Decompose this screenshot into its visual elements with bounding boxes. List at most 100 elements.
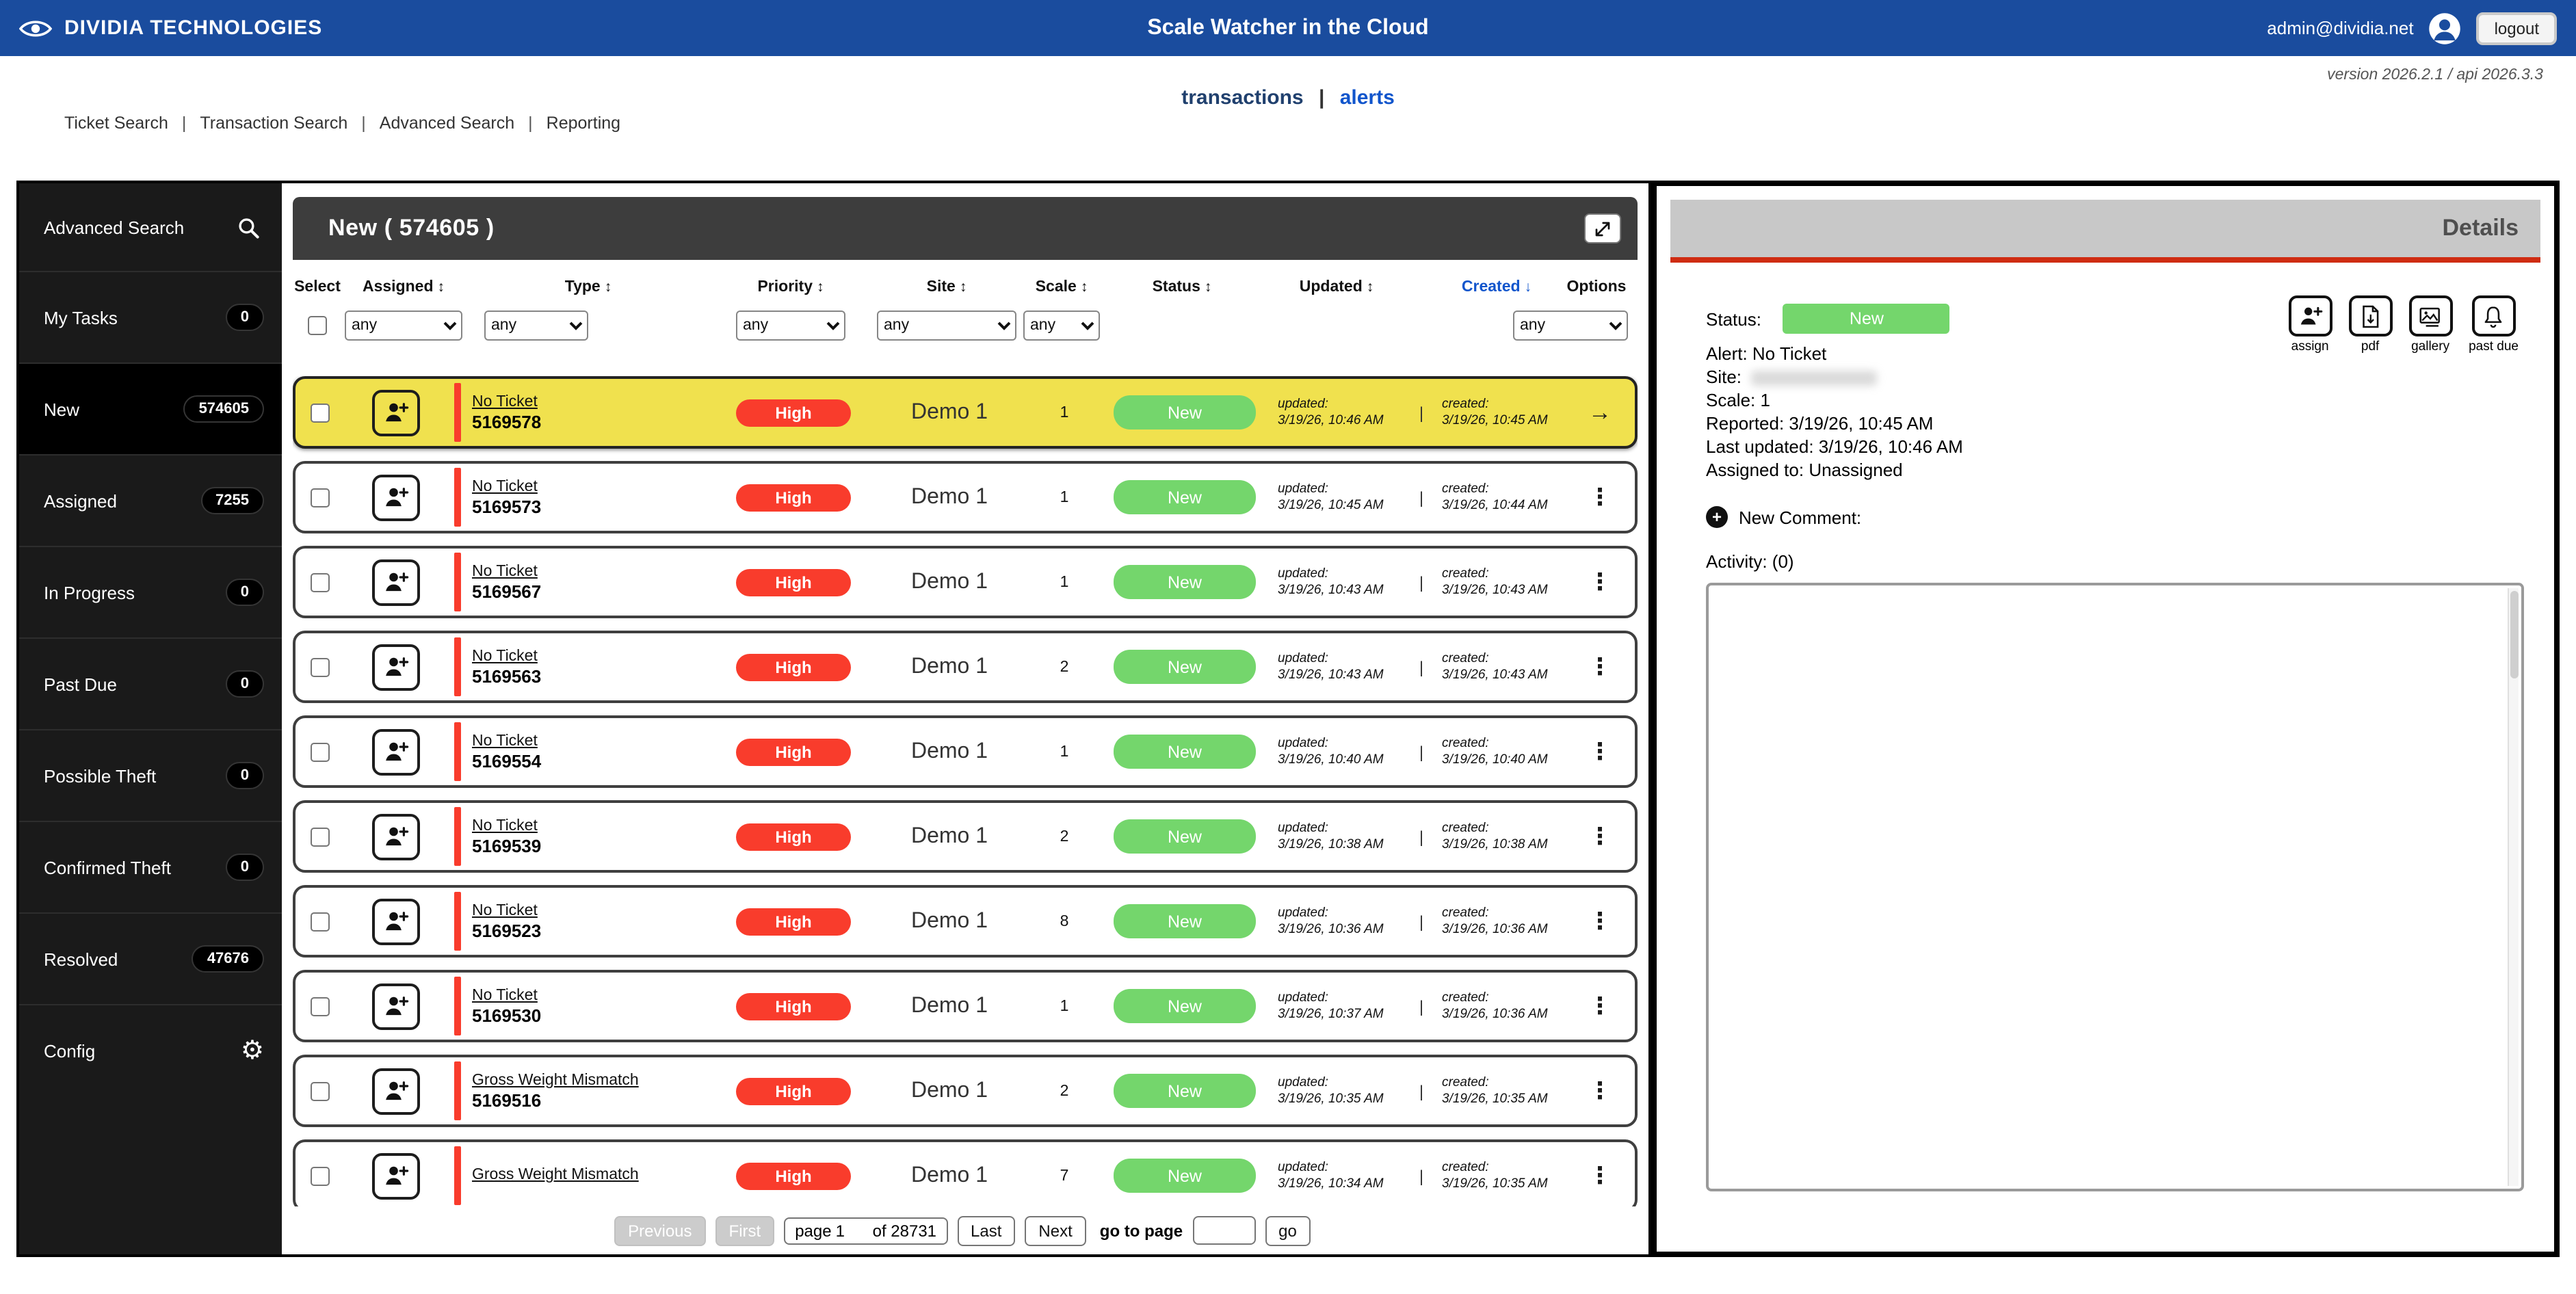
activity-scrollbar-thumb[interactable]	[2510, 591, 2518, 678]
alert-type-link[interactable]: Gross Weight Mismatch	[472, 1072, 639, 1088]
row-options-button[interactable]: ⋮	[1568, 803, 1631, 870]
first-page-button[interactable]: First	[715, 1215, 775, 1245]
page-number-input[interactable]	[835, 1221, 869, 1240]
details-past-due-button[interactable]: past due	[2469, 295, 2519, 354]
column-scale[interactable]: Scale ↕	[1023, 279, 1100, 295]
alert-type-link[interactable]: No Ticket	[472, 902, 538, 919]
nav-link[interactable]: Advanced Search	[347, 114, 514, 133]
row-options-button[interactable]: ⋮	[1568, 549, 1631, 616]
user-avatar-icon[interactable]	[2428, 10, 2463, 46]
alert-row[interactable]: No Ticket 5169567 High Demo 1 1 New upda…	[293, 546, 1638, 618]
last-page-button[interactable]: Last	[957, 1215, 1016, 1245]
assign-button[interactable]	[371, 898, 419, 945]
activity-box[interactable]	[1706, 583, 2524, 1191]
alert-row[interactable]: Gross Weight Mismatch 5169516 High Demo …	[293, 1055, 1638, 1127]
filter-priority-select[interactable]: any	[736, 311, 845, 341]
assign-button[interactable]	[371, 559, 419, 605]
alert-type-link[interactable]: No Ticket	[472, 393, 538, 410]
alert-row[interactable]: No Ticket 5169554 High Demo 1 1 New upda…	[293, 715, 1638, 788]
alert-row[interactable]: No Ticket 5169530 High Demo 1 1 New upda…	[293, 970, 1638, 1042]
assign-button[interactable]	[371, 1068, 419, 1114]
tab-transactions[interactable]: transactions	[1181, 86, 1303, 109]
goto-page-input[interactable]	[1192, 1216, 1256, 1245]
alert-row[interactable]: No Ticket 5169573 High Demo 1 1 New upda…	[293, 461, 1638, 533]
sidebar-advanced-search[interactable]: Advanced Search	[19, 183, 282, 271]
row-checkbox[interactable]	[311, 657, 330, 676]
next-page-button[interactable]: Next	[1025, 1215, 1086, 1245]
row-checkbox[interactable]	[311, 827, 330, 846]
filter-site-select[interactable]: any	[877, 311, 1016, 341]
column-site[interactable]: Site ↕	[870, 279, 1023, 295]
column-assigned[interactable]: Assigned ↕	[342, 279, 465, 295]
row-options-button[interactable]: ⋮	[1568, 633, 1631, 700]
assign-button[interactable]	[371, 474, 419, 520]
details-gallery-button[interactable]: gallery	[2408, 295, 2453, 354]
row-options-button[interactable]: →	[1568, 379, 1631, 446]
alert-type-link[interactable]: Gross Weight Mismatch	[472, 1167, 639, 1183]
previous-page-button[interactable]: Previous	[614, 1215, 706, 1245]
filter-type-select[interactable]: any	[484, 311, 588, 341]
row-checkbox[interactable]	[311, 403, 330, 422]
sidebar-item[interactable]: Possible Theft 0	[19, 729, 282, 821]
logout-button[interactable]: logout	[2476, 12, 2557, 44]
column-type[interactable]: Type ↕	[465, 279, 711, 295]
sidebar-item[interactable]: Past Due 0	[19, 637, 282, 729]
column-priority[interactable]: Priority ↕	[711, 279, 870, 295]
alert-type-link[interactable]: No Ticket	[472, 563, 538, 579]
column-status[interactable]: Status ↕	[1100, 279, 1264, 295]
sidebar-item[interactable]: New 574605	[19, 362, 282, 454]
row-options-button[interactable]: ⋮	[1568, 1057, 1631, 1124]
sidebar-item[interactable]: My Tasks 0	[19, 271, 282, 362]
row-options-button[interactable]: ⋮	[1568, 973, 1631, 1040]
filter-assigned-select[interactable]: any	[345, 311, 462, 341]
assign-button[interactable]	[371, 983, 419, 1029]
nav-link[interactable]: Transaction Search	[168, 114, 347, 133]
alert-row[interactable]: No Ticket 5169578 High Demo 1 1 New upda…	[293, 376, 1638, 449]
filter-scale-select[interactable]: any	[1023, 311, 1100, 341]
alert-row[interactable]: Gross Weight Mismatch High Demo 1 7 New …	[293, 1139, 1638, 1212]
alert-row[interactable]: No Ticket 5169563 High Demo 1 2 New upda…	[293, 631, 1638, 703]
go-button[interactable]: go	[1265, 1215, 1311, 1245]
row-checkbox[interactable]	[311, 996, 330, 1016]
sidebar-item[interactable]: In Progress 0	[19, 546, 282, 637]
select-all-checkbox[interactable]	[308, 316, 327, 335]
row-checkbox[interactable]	[311, 1081, 330, 1100]
alert-type-link[interactable]: No Ticket	[472, 648, 538, 664]
details-assign-button[interactable]: assign	[2288, 295, 2332, 354]
priority-accent-bar	[454, 383, 460, 442]
row-checkbox[interactable]	[311, 742, 330, 761]
details-pdf-button[interactable]: pdf	[2348, 295, 2393, 354]
sidebar-item-config[interactable]: Config ⚙	[19, 1004, 282, 1096]
row-options-button[interactable]: ⋮	[1568, 888, 1631, 955]
row-checkbox[interactable]	[311, 488, 330, 507]
alert-type-link[interactable]: No Ticket	[472, 478, 538, 494]
alert-type-link[interactable]: No Ticket	[472, 817, 538, 834]
sidebar-item[interactable]: Confirmed Theft 0	[19, 821, 282, 912]
tab-alerts[interactable]: alerts	[1340, 86, 1395, 109]
row-options-button[interactable]: ⋮	[1568, 1142, 1631, 1209]
sidebar-item[interactable]: Resolved 47676	[19, 912, 282, 1004]
filter-options-select[interactable]: any	[1513, 311, 1628, 341]
column-created[interactable]: Created ↓	[1428, 279, 1565, 295]
sidebar-item[interactable]: Assigned 7255	[19, 454, 282, 546]
assign-button[interactable]	[371, 1152, 419, 1199]
expand-button[interactable]	[1584, 213, 1621, 243]
row-checkbox[interactable]	[311, 572, 330, 592]
alert-type-link[interactable]: No Ticket	[472, 987, 538, 1003]
assign-button[interactable]	[371, 728, 419, 775]
assign-button[interactable]	[371, 389, 419, 436]
row-checkbox[interactable]	[311, 912, 330, 931]
nav-link[interactable]: Ticket Search	[64, 114, 168, 133]
nav-link[interactable]: Reporting	[514, 114, 620, 133]
assign-button[interactable]	[371, 644, 419, 690]
activity-scrollbar[interactable]	[2508, 588, 2519, 1186]
alert-row[interactable]: No Ticket 5169539 High Demo 1 2 New upda…	[293, 800, 1638, 873]
row-checkbox[interactable]	[311, 1166, 330, 1185]
alert-row[interactable]: No Ticket 5169523 High Demo 1 8 New upda…	[293, 885, 1638, 958]
row-options-button[interactable]: ⋮	[1568, 718, 1631, 785]
alert-type-link[interactable]: No Ticket	[472, 732, 538, 749]
row-options-button[interactable]: ⋮	[1568, 464, 1631, 531]
new-comment-button[interactable]: + New Comment:	[1706, 506, 2524, 528]
column-updated[interactable]: Updated ↕	[1264, 279, 1409, 295]
assign-button[interactable]	[371, 813, 419, 860]
